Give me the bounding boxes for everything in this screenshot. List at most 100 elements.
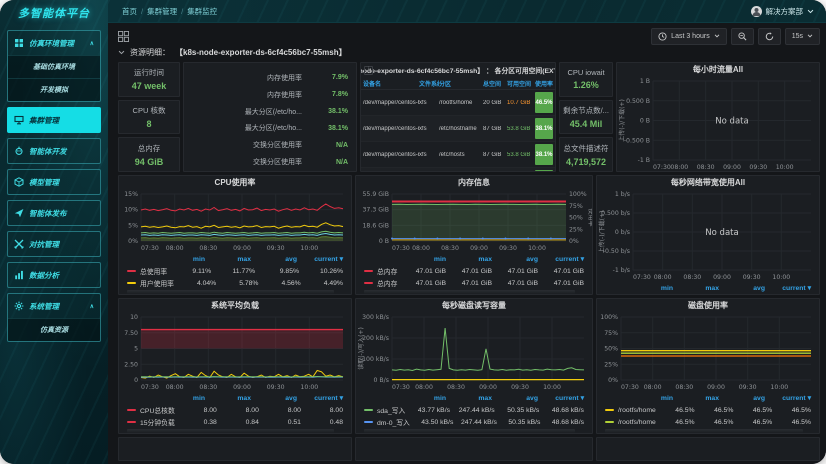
user-menu[interactable]: 解决方案部 — [751, 6, 826, 17]
sidebar-subitem[interactable]: 开发模拟 — [8, 78, 100, 101]
panel-disk-rw: 每秒磁盘读写容量300 kB/s200 kB/s100 kB/s0 B/s07:… — [355, 298, 593, 434]
fs-cell: xfs — [419, 100, 439, 106]
legend-value: 47.01 GiB — [492, 268, 538, 275]
zoom-out-button[interactable] — [731, 28, 754, 45]
refresh-interval-picker[interactable]: 15s — [785, 28, 820, 45]
legend-sort-avg[interactable]: avg — [492, 256, 538, 263]
table-column-header[interactable]: 分区 — [439, 79, 483, 88]
svg-text:18.6 GiB: 18.6 GiB — [362, 222, 389, 229]
panel-title[interactable]: 每秒网络带宽使用All — [597, 176, 819, 189]
panel-title[interactable]: 每小时流量All — [617, 63, 819, 76]
svg-text:读取(-)/写入(+): 读取(-)/写入(+) — [357, 327, 365, 370]
mount-cell: /etc/hostname — [439, 126, 483, 132]
sidebar-subitem[interactable]: 仿真资源 — [8, 318, 100, 341]
legend-value: 247.44 kB/s — [450, 407, 495, 414]
legend-sort-current[interactable]: current ▾ — [765, 284, 811, 292]
stat-label: 总内存 — [138, 143, 161, 154]
svg-text:09:30: 09:30 — [743, 274, 761, 281]
series-label[interactable]: 总内存 — [377, 266, 397, 276]
sidebar-item-robot: 智能体开发 — [7, 138, 101, 164]
series-label[interactable]: 总内存 — [377, 278, 397, 288]
panel-title[interactable]: 每秒磁盘读写容量 — [356, 299, 592, 312]
sidebar-item-robot-button[interactable]: 智能体开发 — [8, 139, 100, 163]
legend-sort-min[interactable]: min — [627, 395, 673, 402]
series-label[interactable]: /rootfs/home — [618, 419, 656, 426]
sidebar-item-publish-button[interactable]: 智能体发布 — [8, 201, 100, 225]
legend-sort-max[interactable]: max — [446, 395, 492, 402]
legend-sort-max[interactable]: max — [205, 256, 251, 263]
legend-value: 4.04% — [174, 280, 216, 287]
series-color-swatch — [127, 409, 136, 411]
breadcrumb-home[interactable]: 首页 — [122, 6, 137, 17]
legend-sort-min[interactable]: min — [400, 395, 446, 402]
breadcrumb-cluster[interactable]: 集群管理 — [147, 6, 177, 17]
legend-sort-current[interactable]: current ▾ — [538, 255, 584, 263]
legend-sort-max[interactable]: max — [673, 395, 719, 402]
table-panel-title[interactable]: 【k8s-node-exporter-ds-6cf4c56bc7-55msh】 … — [361, 63, 555, 77]
sidebar-item-cluster-button[interactable]: 集群管理 — [8, 108, 100, 132]
grid-icon — [14, 38, 24, 48]
total-cell: 87 GiB — [483, 152, 507, 158]
disk-rw-plot[interactable]: 300 kB/s200 kB/s100 kB/s0 B/s07:3008:000… — [356, 312, 592, 391]
svg-text:07:30: 07:30 — [141, 384, 159, 391]
breadcrumb-monitor[interactable]: 集群监控 — [187, 6, 217, 17]
legend-sort-max[interactable]: max — [446, 256, 492, 263]
table-column-header[interactable]: 可用空间 — [507, 79, 535, 88]
panel-title[interactable]: 磁盘使用率 — [597, 299, 819, 312]
stat-label: CPU iowait — [567, 68, 604, 77]
info-icon[interactable]: i — [364, 66, 373, 75]
disk-usage-plot[interactable]: 100%75%50%25%0%07:3008:0008:3009:0009:30… — [597, 312, 819, 391]
series-label[interactable]: /rootfs/home — [618, 407, 656, 414]
legend-sort-min[interactable]: min — [400, 256, 446, 263]
series-label[interactable]: 15分钟负载 — [140, 417, 175, 427]
svg-text:5%: 5% — [128, 222, 138, 229]
legend-sort-current[interactable]: current ▾ — [297, 255, 343, 263]
system-load-plot[interactable]: 107.5052.50007:3008:0008:3009:0009:3010:… — [119, 312, 351, 391]
legend-sort-current[interactable]: current ▾ — [297, 394, 343, 402]
legend-sort-max[interactable]: max — [205, 395, 251, 402]
series-label[interactable]: 总使用率 — [140, 266, 167, 276]
legend-row: 用户使用率4.04%5.78%4.56%4.49% — [127, 277, 343, 289]
dashboard-panels-icon[interactable] — [118, 31, 129, 42]
sidebar-item-gear-button[interactable]: 系统管理∧ — [8, 294, 100, 318]
device-cell: /dev/mapper/centos-root — [363, 152, 419, 158]
sidebar-item-grid-button[interactable]: 仿真环境管理∧ — [8, 31, 100, 55]
legend-sort-avg[interactable]: avg — [251, 395, 297, 402]
legend-sort-max[interactable]: max — [673, 285, 719, 292]
legend-sort-avg[interactable]: avg — [251, 256, 297, 263]
table-column-header[interactable]: 文件系统 — [419, 79, 439, 88]
sidebar-item-model-button[interactable]: 模型管理 — [8, 170, 100, 194]
stat-value: 7.9% — [314, 74, 348, 81]
legend-sort-avg[interactable]: avg — [719, 285, 765, 292]
disk-rw-chart-area: 300 kB/s200 kB/s100 kB/s0 B/s07:3008:000… — [356, 312, 592, 391]
cpu-usage-plot[interactable]: 15%10%5%0%07:3008:0008:3009:0009:3010:00 — [119, 189, 351, 252]
legend-sort-min[interactable]: min — [159, 395, 205, 402]
hourly-traffic-plot[interactable]: 1 B0.500 B0 B-0.500 B-1 B07:3008:0008:30… — [617, 76, 819, 171]
table-column-header[interactable]: 使用率 — [535, 79, 553, 88]
panel-system-load: 系统平均负载107.5052.50007:3008:0008:3009:0009… — [118, 298, 352, 434]
legend-sort-min[interactable]: min — [159, 256, 205, 263]
time-range-picker[interactable]: Last 3 hours — [651, 28, 727, 45]
table-column-header[interactable]: 设备名 — [363, 79, 419, 88]
series-label[interactable]: sda_写入 — [377, 405, 405, 415]
legend-sort-avg[interactable]: avg — [719, 395, 765, 402]
panel-title[interactable]: 内存信息 — [356, 176, 592, 189]
sidebar-item-versus-button[interactable]: 对抗管理 — [8, 232, 100, 256]
dashboard-row-toggle[interactable]: 资源明细： 【k8s-node-exporter-ds-6cf4c56bc7-5… — [118, 45, 820, 60]
panel-title[interactable]: 系统平均负载 — [119, 299, 351, 312]
legend-header: minmaxavgcurrent ▾ — [127, 392, 343, 404]
legend-sort-current[interactable]: current ▾ — [765, 394, 811, 402]
legend-sort-avg[interactable]: avg — [492, 395, 538, 402]
refresh-button[interactable] — [758, 28, 781, 45]
legend-sort-current[interactable]: current ▾ — [538, 394, 584, 402]
sidebar-subitem[interactable]: 基础仿真环境 — [8, 55, 100, 78]
panel-title[interactable]: CPU使用率 — [119, 176, 351, 189]
memory-info-plot[interactable]: 55.9 GiB37.3 GiB18.6 GiB0 B100%75%50%25%… — [356, 189, 592, 252]
series-label[interactable]: dm-0_写入 — [377, 417, 410, 427]
series-label[interactable]: CPU总核数 — [140, 405, 175, 415]
table-column-header[interactable]: 总空间 — [483, 79, 507, 88]
series-label[interactable]: 用户使用率 — [140, 278, 174, 288]
sidebar-item-chart-button[interactable]: 数据分析 — [8, 263, 100, 287]
net-bandwidth-plot[interactable]: 1 b/s0.500 b/s0 b/s-0.50 b/s-1 b/s07:300… — [597, 189, 819, 281]
legend-sort-min[interactable]: min — [627, 285, 673, 292]
